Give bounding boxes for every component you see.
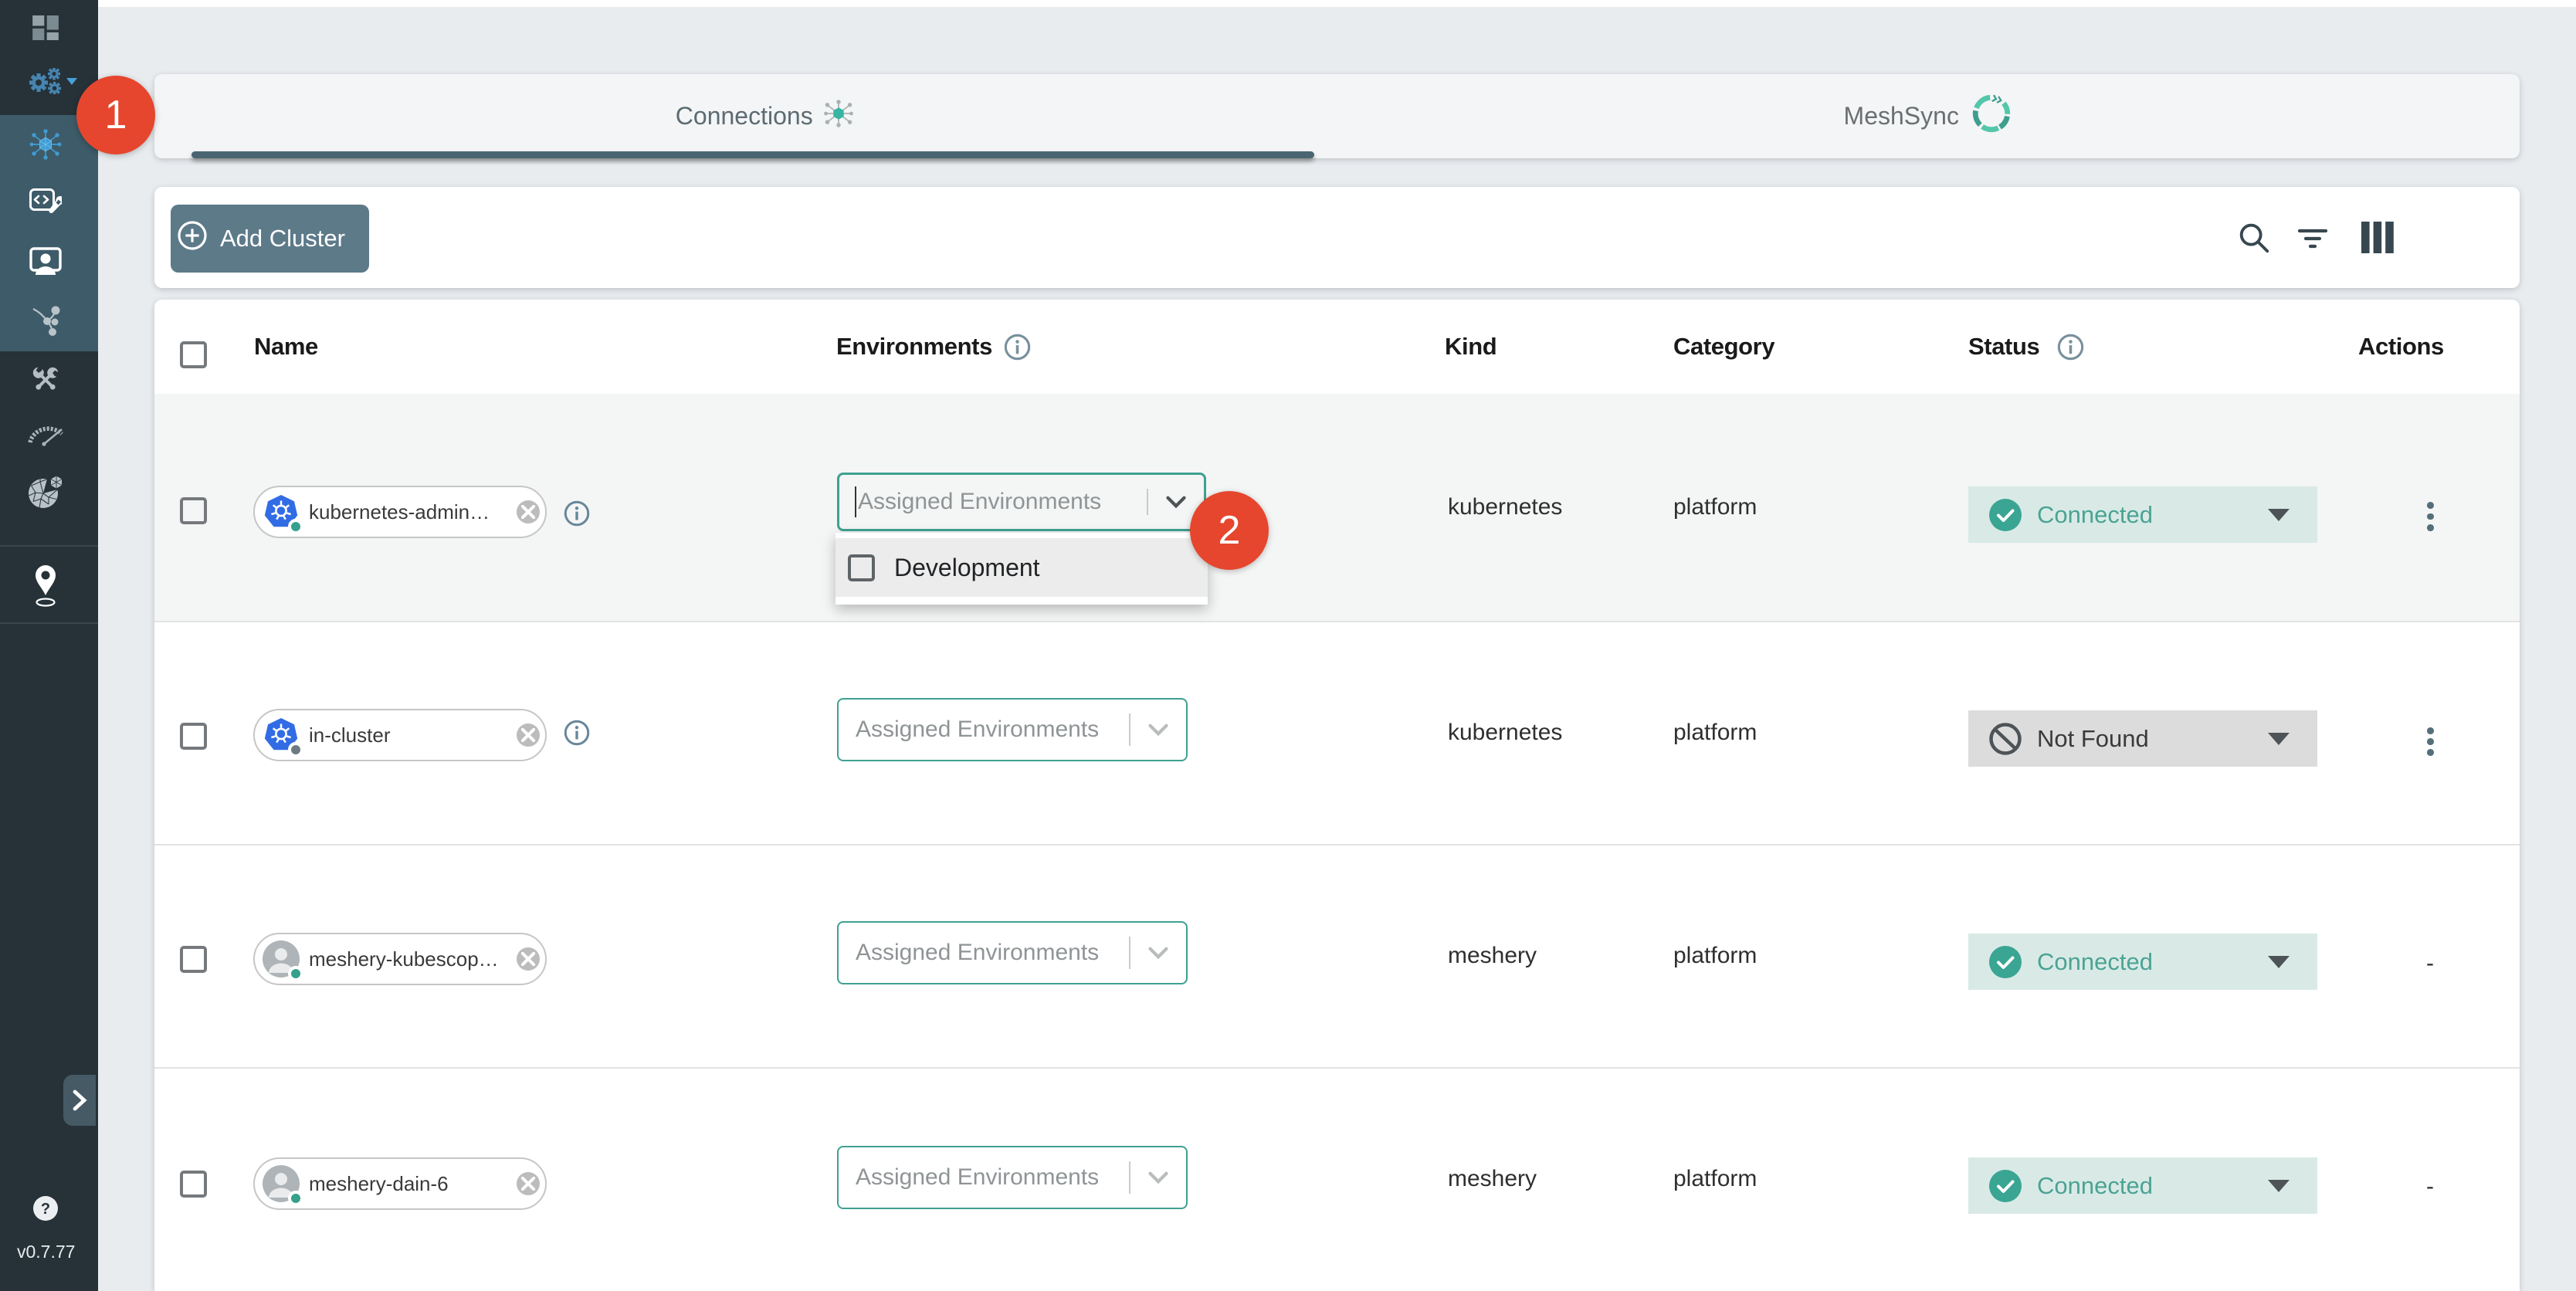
- svg-text:?: ?: [41, 1201, 50, 1218]
